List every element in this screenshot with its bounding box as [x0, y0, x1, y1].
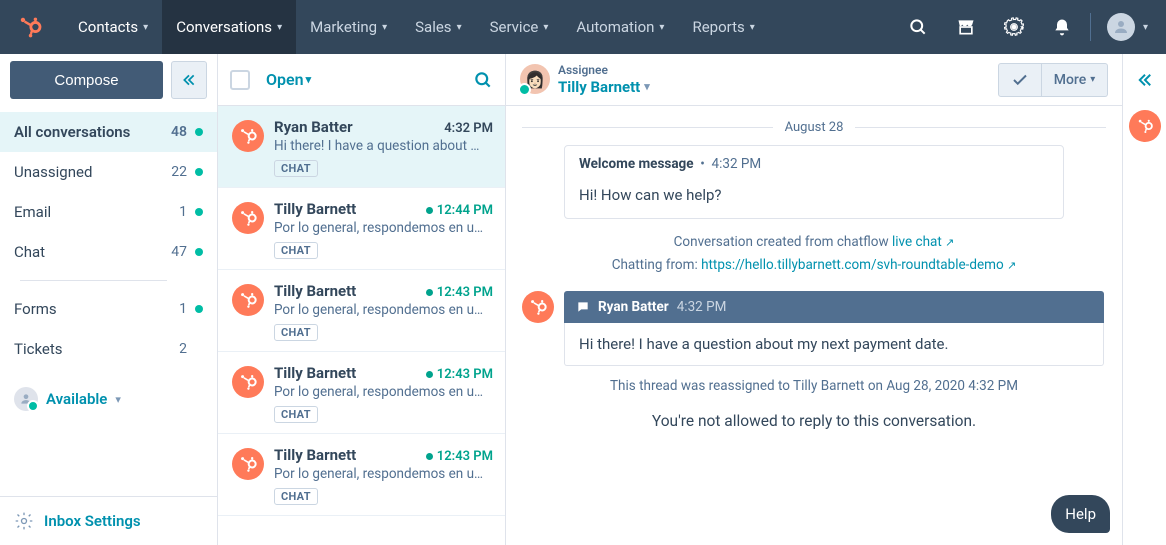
folder-unassigned[interactable]: Unassigned22	[0, 152, 217, 192]
compose-button[interactable]: Compose	[10, 61, 163, 99]
hubspot-avatar-icon	[232, 448, 264, 480]
conv-preview: Por lo general, respondemos en u…	[274, 466, 493, 482]
external-link-icon: ↗	[1007, 259, 1016, 272]
expand-rail-button[interactable]	[1129, 64, 1161, 96]
nav-reports[interactable]: Reports▾	[678, 0, 768, 54]
conversation-pane: 👩🏻 Assignee Tilly Barnett▾ More▾ August …	[506, 54, 1122, 545]
assignee-picker[interactable]: Tilly Barnett▾	[558, 78, 650, 96]
conv-name: Tilly Barnett	[274, 282, 426, 300]
chat-icon	[576, 300, 590, 314]
date-separator: August 28	[522, 120, 1106, 135]
nav-utility-icons	[906, 15, 1074, 39]
message-body: Hi there! I have a question about my nex…	[564, 323, 1104, 366]
marketplace-icon[interactable]	[954, 15, 978, 39]
channel-badge: CHAT	[274, 324, 318, 341]
notifications-icon[interactable]	[1050, 15, 1074, 39]
settings-icon[interactable]	[1002, 15, 1026, 39]
conversation-list-header: Open▾	[218, 54, 505, 106]
conv-time: 12:43 PM	[426, 285, 493, 300]
hubspot-avatar-icon	[232, 284, 264, 316]
conv-time: 12:43 PM	[426, 367, 493, 382]
folder-tickets[interactable]: Tickets2	[0, 329, 217, 369]
conv-preview: Hi there! I have a question about …	[274, 138, 493, 154]
conv-name: Tilly Barnett	[274, 446, 426, 464]
welcome-message-card: Welcome message • 4:32 PM Hi! How can we…	[564, 145, 1064, 219]
gear-icon	[14, 511, 34, 531]
user-avatar-icon	[14, 387, 38, 411]
assignee-avatar: 👩🏻	[520, 64, 550, 94]
channel-badge: CHAT	[274, 488, 318, 505]
nav-sales[interactable]: Sales▾	[401, 0, 475, 54]
folder-list: All conversations48 Unassigned22 Email1 …	[0, 106, 217, 375]
source-url-link[interactable]: https://hello.tillybarnett.com/svh-round…	[701, 257, 1016, 273]
no-reply-notice: You're not allowed to reply to this conv…	[522, 412, 1106, 430]
folder-all-conversations[interactable]: All conversations48	[0, 112, 217, 152]
message-sender: Ryan Batter	[598, 299, 669, 315]
conv-name: Tilly Barnett	[274, 364, 426, 382]
inbox-settings-link[interactable]: Inbox Settings	[0, 496, 217, 545]
conversation-list-item[interactable]: Tilly Barnett12:44 PM Por lo general, res…	[218, 188, 505, 270]
conv-time: 12:44 PM	[426, 203, 493, 218]
folder-email[interactable]: Email1	[0, 192, 217, 232]
conversation-list-item[interactable]: Ryan Batter4:32 PM Hi there! I have a que…	[218, 106, 505, 188]
conv-preview: Por lo general, respondemos en u…	[274, 384, 493, 400]
hubspot-avatar-icon	[232, 202, 264, 234]
assignee-label: Assignee	[558, 63, 650, 77]
conversation-list: Open▾ Ryan Batter4:32 PM Hi there! I have…	[218, 54, 506, 545]
hubspot-logo-icon[interactable]	[16, 13, 44, 41]
hubspot-avatar-icon	[232, 120, 264, 152]
conversation-meta: Conversation created from chatflow live …	[522, 231, 1106, 277]
conv-name: Ryan Batter	[274, 118, 444, 136]
hubspot-avatar-icon	[232, 366, 264, 398]
message-row: Ryan Batter 4:32 PM Hi there! I have a q…	[522, 291, 1106, 366]
hubspot-rail-icon[interactable]	[1129, 110, 1161, 142]
conv-preview: Por lo general, respondemos en u…	[274, 302, 493, 318]
right-rail	[1122, 54, 1166, 545]
account-menu-caret[interactable]: ▾	[1143, 22, 1148, 33]
conv-name: Tilly Barnett	[274, 200, 426, 218]
external-link-icon: ↗	[945, 236, 954, 249]
nav-service[interactable]: Service▾	[476, 0, 563, 54]
channel-badge: CHAT	[274, 406, 318, 423]
conv-preview: Por lo general, respondemos en u…	[274, 220, 493, 236]
conversation-header: 👩🏻 Assignee Tilly Barnett▾ More▾	[506, 54, 1122, 106]
search-conversations-icon[interactable]	[473, 70, 493, 90]
nav-links: Contacts▾ Conversations▾ Marketing▾ Sale…	[64, 0, 769, 54]
channel-badge: CHAT	[274, 160, 318, 177]
message-time: 4:32 PM	[677, 299, 727, 315]
nav-marketing[interactable]: Marketing▾	[296, 0, 401, 54]
conv-time: 12:43 PM	[426, 449, 493, 464]
conversation-list-item[interactable]: Tilly Barnett12:43 PM Por lo general, res…	[218, 270, 505, 352]
nav-conversations[interactable]: Conversations▾	[162, 0, 296, 54]
inbox-sidebar: Compose All conversations48 Unassigned22…	[0, 54, 218, 545]
more-actions-button[interactable]: More▾	[1042, 63, 1108, 97]
mark-done-button[interactable]	[998, 63, 1042, 97]
channel-badge: CHAT	[274, 242, 318, 259]
folder-chat[interactable]: Chat47	[0, 232, 217, 272]
select-all-checkbox[interactable]	[230, 70, 250, 90]
sender-avatar-icon	[522, 291, 554, 323]
help-button[interactable]: Help	[1051, 495, 1110, 533]
status-filter[interactable]: Open▾	[266, 70, 311, 89]
nav-contacts[interactable]: Contacts▾	[64, 0, 162, 54]
nav-automation[interactable]: Automation▾	[562, 0, 678, 54]
reassignment-note: This thread was reassigned to Tilly Barn…	[522, 378, 1106, 394]
conv-time: 4:32 PM	[444, 121, 493, 136]
account-avatar[interactable]	[1107, 13, 1135, 41]
conversation-list-item[interactable]: Tilly Barnett12:43 PM Por lo general, res…	[218, 434, 505, 516]
conversation-list-item[interactable]: Tilly Barnett12:43 PM Por lo general, res…	[218, 352, 505, 434]
chatflow-link[interactable]: live chat ↗	[892, 234, 954, 250]
availability-toggle[interactable]: Available ▾	[0, 375, 217, 423]
search-icon[interactable]	[906, 15, 930, 39]
collapse-sidebar-button[interactable]	[171, 61, 207, 99]
top-nav: Contacts▾ Conversations▾ Marketing▾ Sale…	[0, 0, 1166, 54]
folder-forms[interactable]: Forms1	[0, 289, 217, 329]
